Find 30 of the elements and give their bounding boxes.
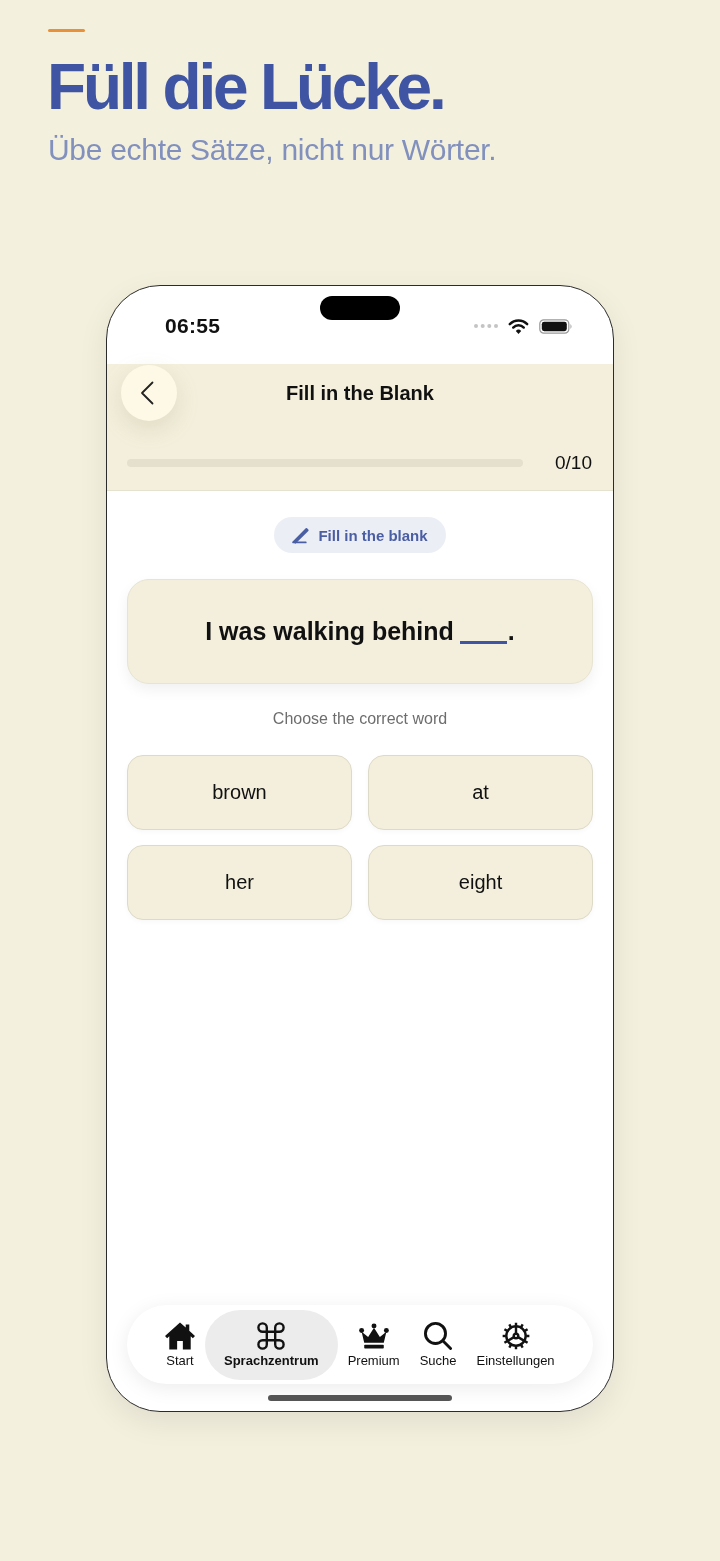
edit-icon bbox=[292, 526, 310, 544]
command-icon bbox=[256, 1321, 287, 1350]
progress-count: 0/10 bbox=[555, 452, 592, 474]
tag-label: Fill in the blank bbox=[318, 526, 428, 544]
accent-line bbox=[48, 29, 85, 32]
answer-option[interactable]: her bbox=[127, 845, 352, 920]
answer-option[interactable]: brown bbox=[127, 755, 352, 830]
sentence-period: . bbox=[507, 617, 515, 646]
screen-title: Fill in the Blank bbox=[286, 381, 434, 405]
tab-item[interactable]: Sprachzentrum bbox=[205, 1309, 338, 1380]
status-time: 06:55 bbox=[165, 314, 221, 338]
sentence-text: I was walking behind bbox=[205, 617, 454, 646]
answer-option[interactable]: at bbox=[368, 755, 593, 830]
wifi-icon bbox=[508, 318, 529, 334]
tab-item[interactable]: Premium bbox=[337, 1309, 410, 1380]
crown-icon bbox=[358, 1321, 389, 1350]
promo-subtitle: Übe echte Sätze, nicht nur Wörter. bbox=[48, 132, 497, 168]
chevron-left-icon bbox=[140, 381, 154, 405]
fill-in-line bbox=[459, 641, 507, 644]
signal-icon bbox=[474, 324, 498, 328]
gear-icon bbox=[500, 1321, 531, 1350]
tab-item[interactable]: Suche bbox=[409, 1309, 467, 1380]
tab-item[interactable]: Einstellungen bbox=[466, 1309, 565, 1380]
search-icon bbox=[423, 1321, 454, 1350]
promo-title: Füll die Lücke. bbox=[47, 55, 444, 119]
instruction-text: Choose the correct word bbox=[272, 709, 448, 729]
back-button[interactable] bbox=[121, 365, 177, 421]
tab-item[interactable]: Start bbox=[155, 1309, 205, 1380]
home-icon bbox=[165, 1321, 195, 1350]
answer-option[interactable]: eight bbox=[368, 845, 593, 920]
